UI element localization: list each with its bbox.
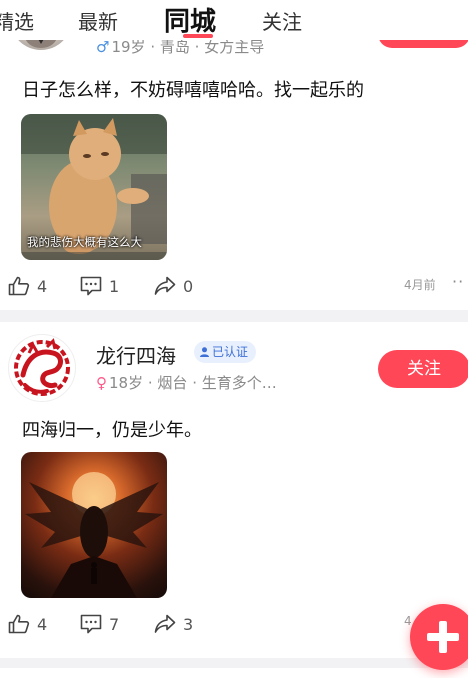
image-caption: 我的悲伤大概有这么大 — [27, 235, 142, 249]
create-post-button[interactable] — [410, 604, 468, 670]
more-options-icon[interactable]: ·· — [452, 272, 464, 291]
follow-button[interactable]: 关注 — [378, 350, 468, 388]
thumbs-up-icon — [8, 276, 30, 296]
share-button[interactable]: 3 — [154, 614, 193, 634]
tab-featured[interactable]: 精选 — [0, 6, 34, 35]
thumbs-up-icon — [8, 614, 30, 634]
post-time: 4 — [404, 614, 412, 628]
share-icon — [154, 276, 176, 295]
like-count: 4 — [37, 276, 48, 296]
share-button[interactable]: 0 — [154, 276, 193, 296]
user-name[interactable]: 龙行四海 — [96, 340, 176, 369]
tab-following[interactable]: 关注 — [262, 6, 302, 35]
dragon-artwork — [25, 472, 163, 598]
user-city: 青岛 — [159, 38, 190, 56]
like-button[interactable]: 4 — [8, 614, 47, 634]
user-tag: 女方主导 — [204, 38, 265, 56]
share-count: 0 — [183, 276, 194, 296]
dragon-emblem-icon — [14, 338, 70, 396]
share-icon — [154, 614, 176, 633]
like-count: 4 — [37, 614, 48, 634]
post-image[interactable] — [21, 452, 167, 598]
male-symbol-icon: ♂ — [96, 38, 110, 56]
female-symbol-icon: ♀ — [96, 374, 107, 392]
person-icon — [200, 347, 209, 357]
comment-icon — [80, 276, 102, 296]
comment-button[interactable]: 1 — [80, 276, 119, 296]
user-meta: ♀ 18岁 · 烟台 · 生育多个… — [96, 374, 277, 392]
top-tab-bar: 精选 最新 同城 关注 — [0, 0, 468, 40]
verified-badge: 已认证 — [194, 341, 257, 363]
comment-button[interactable]: 7 — [80, 614, 119, 634]
user-age: 19岁 — [111, 38, 146, 56]
user-city: 烟台 — [157, 374, 188, 392]
comment-icon — [80, 614, 102, 634]
verified-label: 已认证 — [212, 345, 249, 359]
tab-same-city[interactable]: 同城 — [164, 1, 216, 38]
avatar[interactable] — [8, 334, 76, 402]
comment-count: 1 — [109, 276, 120, 296]
share-count: 3 — [183, 614, 194, 634]
post-image[interactable]: 我的悲伤大概有这么大 — [21, 114, 167, 260]
post-card: ♂ 19岁 · 青岛 · 女方主导 日子怎么样，不妨碍嘻嘻哈哈。找一起乐的 我的悲… — [0, 0, 468, 310]
post-card: 龙行四海 已认证 ♀ 18岁 · 烟台 · 生育多个… 关注 四海归一，仍是少年。… — [0, 322, 468, 658]
like-button[interactable]: 4 — [8, 276, 47, 296]
user-age: 18岁 — [109, 374, 144, 392]
active-tab-indicator — [183, 34, 213, 38]
tab-latest[interactable]: 最新 — [78, 6, 118, 35]
user-tag: 生育多个… — [201, 374, 277, 392]
comment-count: 7 — [109, 614, 120, 634]
post-time: 4月前 — [404, 278, 436, 292]
post-text: 日子怎么样，不妨碍嘻嘻哈哈。找一起乐的 — [22, 80, 364, 101]
post-text: 四海归一，仍是少年。 — [22, 420, 202, 441]
